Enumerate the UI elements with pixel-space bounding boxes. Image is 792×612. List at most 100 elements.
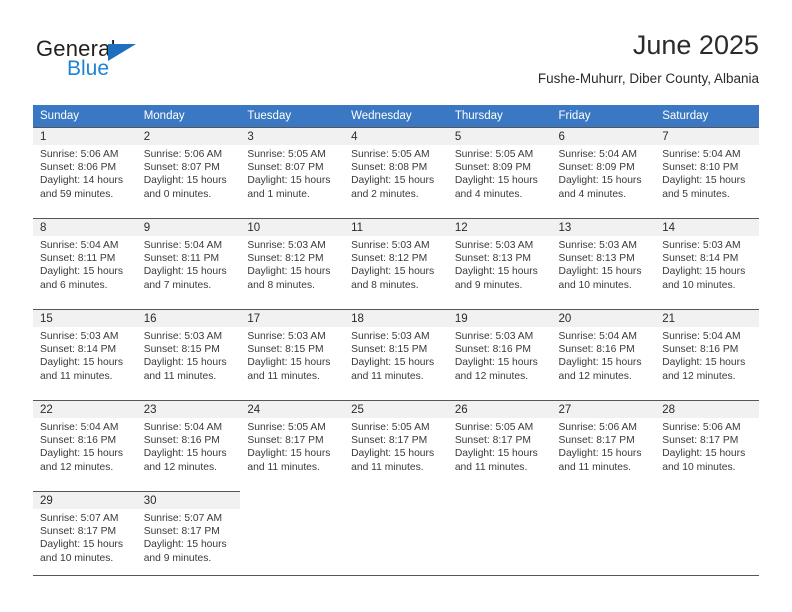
daylight-text-line2: and 4 minutes.: [454, 188, 523, 200]
calendar-day-cell[interactable]: 19 Sunrise: 5:03 AM Sunset: 8:16 PM Dayligh…: [447, 309, 552, 393]
calendar-week-spacer: [33, 302, 759, 309]
calendar-day-cell[interactable]: 24 Sunrise: 5:05 AM Sunset: 8:17 PM Dayligh…: [240, 400, 345, 484]
calendar-day-cell[interactable]: 4 Sunrise: 5:05 AM Sunset: 8:08 PM Daylight…: [344, 127, 448, 211]
sunrise-text: Sunrise: 5:04 AM: [143, 240, 223, 251]
day-number: 3: [247, 131, 254, 143]
spacer-cell: [33, 302, 137, 309]
calendar-day-cell[interactable]: 21 Sunrise: 5:04 AM Sunset: 8:16 PM Dayligh…: [655, 309, 759, 393]
daylight-text-line1: Daylight: 15 hours: [454, 266, 538, 278]
sunrise-text: Sunrise: 5:06 AM: [662, 422, 741, 433]
day-cell-content: 6 Sunrise: 5:04 AM Sunset: 8:09 PM Daylight…: [551, 127, 656, 211]
calendar-day-cell[interactable]: 14 Sunrise: 5:03 AM Sunset: 8:14 PM Dayligh…: [655, 218, 759, 302]
spacer-cell: [447, 484, 552, 491]
calendar-day-cell[interactable]: [552, 491, 656, 575]
calendar-day-cell[interactable]: 3 Sunrise: 5:05 AM Sunset: 8:07 PM Daylight…: [240, 127, 345, 211]
calendar-day-cell[interactable]: 2 Sunrise: 5:06 AM Sunset: 8:07 PM Daylight…: [136, 127, 241, 211]
daylight-text-line1: Daylight: 15 hours: [558, 448, 642, 460]
sunset-text: Sunset: 8:13 PM: [558, 253, 635, 265]
day-number-bar: 12: [447, 218, 552, 236]
calendar-day-cell[interactable]: 26 Sunrise: 5:05 AM Sunset: 8:17 PM Dayligh…: [447, 400, 552, 484]
day-number-bar: 24: [240, 400, 345, 418]
calendar-day-cell[interactable]: 5 Sunrise: 5:05 AM Sunset: 8:09 PM Daylight…: [447, 127, 552, 211]
daylight-text-line2: and 10 minutes.: [662, 279, 736, 291]
sunset-text: Sunset: 8:15 PM: [247, 344, 324, 356]
calendar-day-cell[interactable]: 16 Sunrise: 5:03 AM Sunset: 8:15 PM Dayligh…: [136, 309, 241, 393]
daylight-text-line1: Daylight: 15 hours: [351, 357, 435, 369]
calendar-day-cell[interactable]: [655, 491, 759, 575]
day-cell-content: 25 Sunrise: 5:05 AM Sunset: 8:17 PM Dayligh…: [344, 400, 448, 484]
calendar-day-cell[interactable]: 8 Sunrise: 5:04 AM Sunset: 8:11 PM Daylight…: [33, 218, 137, 302]
calendar-day-cell[interactable]: 18 Sunrise: 5:03 AM Sunset: 8:15 PM Dayligh…: [344, 309, 448, 393]
spacer-cell: [33, 393, 137, 400]
day-number-bar: 10: [240, 218, 345, 236]
daylight-text-line2: and 8 minutes.: [247, 279, 315, 291]
sunrise-text: Sunrise: 5:03 AM: [454, 240, 534, 251]
calendar-day-cell[interactable]: 25 Sunrise: 5:05 AM Sunset: 8:17 PM Dayligh…: [344, 400, 448, 484]
calendar-day-cell[interactable]: 6 Sunrise: 5:04 AM Sunset: 8:09 PM Daylight…: [551, 127, 656, 211]
day-number: 24: [247, 404, 261, 416]
daylight-text-line2: and 59 minutes.: [40, 188, 114, 200]
calendar-day-cell[interactable]: 11 Sunrise: 5:03 AM Sunset: 8:12 PM Dayligh…: [344, 218, 448, 302]
page-header: General Blue June 2025 Fushe-Muhurr, Dib…: [33, 28, 759, 90]
calendar-day-cell[interactable]: 7 Sunrise: 5:04 AM Sunset: 8:10 PM Daylight…: [655, 127, 759, 211]
weekday-header-saturday: Saturday: [655, 105, 759, 127]
calendar-day-cell[interactable]: [240, 491, 344, 575]
spacer-cell: [344, 484, 448, 491]
spacer-cell: [240, 302, 345, 309]
month-calendar-table: Sunday Monday Tuesday Wednesday Thursday…: [33, 105, 759, 575]
calendar-day-cell[interactable]: 9 Sunrise: 5:04 AM Sunset: 8:11 PM Daylight…: [136, 218, 241, 302]
sunset-text: Sunset: 8:17 PM: [454, 435, 531, 447]
calendar-day-cell[interactable]: 28 Sunrise: 5:06 AM Sunset: 8:17 PM Dayligh…: [655, 400, 759, 484]
calendar-day-cell[interactable]: 23 Sunrise: 5:04 AM Sunset: 8:16 PM Dayligh…: [136, 400, 241, 484]
day-number: [448, 491, 552, 493]
daylight-text-line1: Daylight: 15 hours: [40, 448, 123, 460]
day-number-bar: 14: [655, 218, 759, 236]
daylight-text-line1: Daylight: 15 hours: [454, 448, 538, 460]
logo-triangle-icon: [108, 44, 136, 61]
daylight-text-line1: Daylight: 15 hours: [454, 357, 538, 369]
day-cell-content: 15 Sunrise: 5:03 AM Sunset: 8:14 PM Dayligh…: [33, 309, 137, 393]
calendar-day-cell[interactable]: 22 Sunrise: 5:04 AM Sunset: 8:16 PM Dayligh…: [33, 400, 137, 484]
day-details: Sunrise: 5:03 AM Sunset: 8:15 PM Daylight:…: [344, 327, 448, 383]
day-cell-content: 10 Sunrise: 5:03 AM Sunset: 8:12 PM Dayligh…: [240, 218, 345, 302]
calendar-day-cell[interactable]: 20 Sunrise: 5:04 AM Sunset: 8:16 PM Dayligh…: [551, 309, 656, 393]
day-number: 22: [40, 404, 53, 416]
day-number: 20: [558, 313, 572, 325]
daylight-text-line2: and 12 minutes.: [143, 461, 217, 473]
sunrise-text: Sunrise: 5:03 AM: [662, 240, 741, 251]
day-cell-content: 18 Sunrise: 5:03 AM Sunset: 8:15 PM Dayligh…: [344, 309, 448, 393]
calendar-day-cell[interactable]: 13 Sunrise: 5:03 AM Sunset: 8:13 PM Dayligh…: [551, 218, 656, 302]
calendar-day-cell[interactable]: 29 Sunrise: 5:07 AM Sunset: 8:17 PM Dayligh…: [33, 491, 137, 575]
day-number: 10: [247, 222, 261, 234]
sunset-text: Sunset: 8:17 PM: [143, 526, 220, 538]
day-number: 26: [454, 404, 468, 416]
day-number-bar: 13: [551, 218, 656, 236]
day-number-bar: 18: [344, 309, 448, 327]
day-cell-content: 19 Sunrise: 5:03 AM Sunset: 8:16 PM Dayligh…: [447, 309, 552, 393]
day-number: 30: [143, 495, 157, 507]
day-details: Sunrise: 5:03 AM Sunset: 8:13 PM Daylight:…: [552, 236, 656, 292]
day-number: 8: [40, 222, 47, 234]
calendar-day-cell[interactable]: [344, 491, 448, 575]
calendar-day-cell[interactable]: 1 Sunrise: 5:06 AM Sunset: 8:06 PM Daylight…: [33, 127, 137, 211]
calendar-day-cell[interactable]: 15 Sunrise: 5:03 AM Sunset: 8:14 PM Dayligh…: [33, 309, 137, 393]
day-details: Sunrise: 5:03 AM Sunset: 8:14 PM Daylight:…: [655, 236, 759, 292]
day-cell-content: 3 Sunrise: 5:05 AM Sunset: 8:07 PM Daylight…: [240, 127, 345, 211]
calendar-day-cell[interactable]: 10 Sunrise: 5:03 AM Sunset: 8:12 PM Dayligh…: [240, 218, 345, 302]
day-cell-empty: [552, 491, 656, 575]
calendar-page: General Blue June 2025 Fushe-Muhurr, Dib…: [0, 0, 792, 612]
calendar-day-cell[interactable]: 17 Sunrise: 5:03 AM Sunset: 8:15 PM Dayligh…: [240, 309, 345, 393]
calendar-week-spacer: [33, 484, 759, 491]
calendar-day-cell[interactable]: 12 Sunrise: 5:03 AM Sunset: 8:13 PM Dayligh…: [447, 218, 552, 302]
calendar-day-cell[interactable]: [448, 491, 552, 575]
day-number-bar: 2: [136, 127, 241, 145]
calendar-day-cell[interactable]: 30 Sunrise: 5:07 AM Sunset: 8:17 PM Dayligh…: [136, 491, 241, 575]
sunset-text: Sunset: 8:16 PM: [558, 344, 635, 356]
day-number-bar: 23: [136, 400, 241, 418]
day-cell-content: 20 Sunrise: 5:04 AM Sunset: 8:16 PM Dayligh…: [551, 309, 656, 393]
day-number-bar: 15: [33, 309, 137, 327]
day-cell-content: 4 Sunrise: 5:05 AM Sunset: 8:08 PM Daylight…: [344, 127, 448, 211]
calendar-day-cell[interactable]: 27 Sunrise: 5:06 AM Sunset: 8:17 PM Dayligh…: [551, 400, 656, 484]
spacer-cell: [240, 484, 345, 491]
general-blue-logo[interactable]: General Blue: [36, 36, 216, 88]
